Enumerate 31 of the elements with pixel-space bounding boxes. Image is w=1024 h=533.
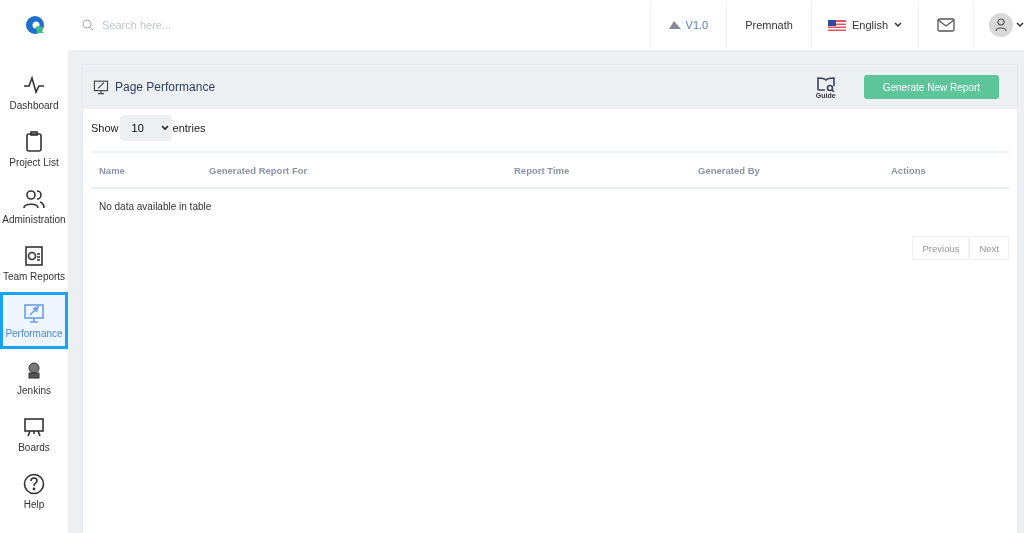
easel-icon (23, 416, 45, 438)
version-label: V1.0 (685, 19, 709, 31)
pulse-icon (23, 74, 45, 96)
mail-icon[interactable] (937, 18, 955, 32)
sidebar-item[interactable]: Dashboard (0, 64, 68, 121)
book-search-icon (815, 75, 836, 92)
help-icon (23, 473, 45, 495)
performance-icon (93, 79, 109, 95)
sidebar-item[interactable]: Project List (0, 121, 68, 178)
search-icon (82, 19, 94, 31)
avatar-icon[interactable] (988, 12, 1024, 38)
entries-label: entries (172, 122, 206, 134)
sidebar-item[interactable]: Administration (0, 178, 68, 235)
user-name: Premnath (745, 19, 793, 31)
page-title: Page Performance (115, 80, 217, 94)
sidebar-item[interactable]: Boards (0, 406, 68, 463)
sidebar-item[interactable]: Performance (0, 292, 68, 349)
sidebar-item[interactable]: Jenkins (0, 349, 68, 406)
show-label: Show (91, 122, 119, 134)
flag-icon (827, 19, 846, 31)
mountain-icon (668, 21, 681, 29)
users-icon (23, 188, 45, 210)
caret-icon (894, 22, 902, 28)
empty-table-message: No data available in table (99, 201, 212, 212)
logo-icon (25, 15, 45, 35)
clipboard-icon (23, 131, 45, 153)
sidebar-item[interactable]: Help (0, 463, 68, 520)
entries-select[interactable]: 10 (119, 115, 172, 141)
report-icon (23, 245, 45, 267)
caret-icon (160, 125, 169, 131)
sidebar-item[interactable]: Team Reports (0, 235, 68, 292)
